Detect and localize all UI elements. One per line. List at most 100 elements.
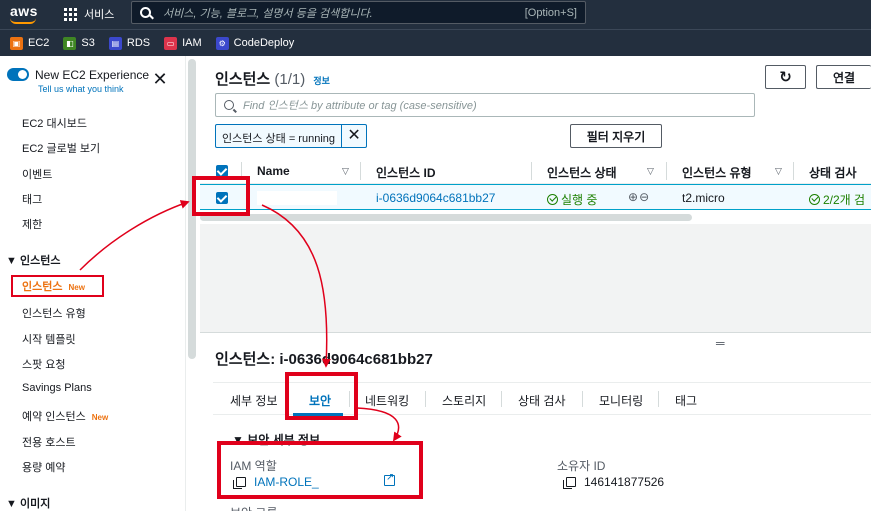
top-navigation: aws 서비스 서비스, 기능, 블로그, 설명서 등을 검색합니다. [Opt… (0, 0, 871, 29)
instance-type: t2.micro (682, 191, 725, 205)
clear-filters-button[interactable]: 필터 지우기 (570, 124, 662, 148)
favorite-rds[interactable]: ▤ RDS (108, 36, 151, 50)
annotation-box-instances (11, 275, 104, 297)
favorites-bar: ▣ EC2 ◧ S3 ▤ RDS ▭ IAM ⚙ CodeDeploy (0, 29, 871, 56)
favorite-s3[interactable]: ◧ S3 (63, 36, 95, 50)
drag-handle-icon[interactable]: ═ (716, 336, 726, 350)
detail-title: 인스턴스: i-0636d9064c681bb27 (215, 351, 433, 368)
global-search-input[interactable]: 서비스, 기능, 블로그, 설명서 등을 검색합니다. [Option+S] (131, 1, 586, 24)
sidebar-item-savings-plans[interactable]: Savings Plans (22, 382, 92, 394)
refresh-button[interactable]: ↻ (765, 65, 806, 89)
new-experience-label: New EC2 Experience (35, 68, 150, 82)
owner-id-text: 146141877526 (584, 475, 665, 489)
instance-state-label: 실행 중 (561, 193, 598, 207)
sidebar-item-global-view[interactable]: EC2 글로벌 보기 (22, 140, 100, 156)
tab-tags[interactable]: 태그 (675, 392, 697, 409)
sidebar-section-images[interactable]: ▼ 이미지 (6, 495, 50, 511)
filter-token: 인스턴스 상태 = running ✕ (215, 124, 368, 148)
column-header-status-check[interactable]: 상태 검사 (809, 164, 857, 181)
aws-logo[interactable]: aws (10, 3, 38, 19)
owner-id-label: 소유자 ID (557, 459, 606, 473)
selection-count: (1/1) (274, 71, 306, 88)
new-experience-toggle[interactable] (7, 68, 29, 81)
search-icon (140, 7, 151, 18)
connect-button[interactable]: 연결 (816, 65, 871, 89)
aws-smile-icon (10, 18, 36, 24)
security-groups-label: 보안 그룹 (230, 504, 278, 511)
sidebar-item-capacity-reservations[interactable]: 용량 예약 (22, 459, 66, 475)
feedback-link[interactable]: Tell us what you think (38, 84, 124, 94)
empty-table-area (200, 224, 871, 332)
sort-icon[interactable]: ▽ (775, 166, 782, 177)
close-icon[interactable]: ✕ (152, 70, 168, 88)
sidebar-item-limits[interactable]: 제한 (22, 216, 42, 232)
services-label: 서비스 (84, 9, 115, 21)
instance-state: 실행 중 (547, 191, 597, 208)
sidebar-item-ec2-dashboard[interactable]: EC2 대시보드 (22, 115, 87, 131)
status-check: 2/2개 검 (809, 191, 865, 208)
info-link[interactable]: 정보 (313, 76, 330, 86)
sidebar-item-events[interactable]: 이벤트 (22, 166, 52, 182)
annotation-box-iam-role (217, 441, 423, 499)
section-label: 인스턴스 (19, 255, 61, 267)
column-header-instance-id[interactable]: 인스턴스 ID (376, 164, 436, 181)
sidebar-item-label: 예약 인스턴스 (22, 411, 86, 423)
instance-id-link[interactable]: i-0636d9064c681bb27 (376, 191, 495, 205)
status-check-label: 2/2개 검 (823, 193, 866, 207)
column-header-instance-type[interactable]: 인스턴스 유형 (682, 164, 752, 181)
check-circle-icon (547, 194, 558, 205)
zoom-icons[interactable]: ⊕⊖ (628, 190, 650, 204)
new-badge: New (91, 413, 109, 422)
sidebar-item-dedicated-hosts[interactable]: 전용 호스트 (22, 434, 76, 450)
favorite-codedeploy[interactable]: ⚙ CodeDeploy (215, 36, 295, 50)
favorite-label: S3 (81, 37, 95, 49)
check-circle-icon (809, 194, 820, 205)
tab-monitoring[interactable]: 모니터링 (599, 392, 643, 409)
sort-icon[interactable]: ▽ (342, 166, 349, 177)
favorite-label: RDS (126, 37, 151, 49)
annotation-box-security-tab (285, 372, 358, 420)
sort-icon[interactable]: ▽ (647, 166, 654, 177)
grid-icon (64, 7, 77, 21)
sidebar-item-tags[interactable]: 태그 (22, 191, 42, 207)
sidebar-item-spot-requests[interactable]: 스팟 요청 (22, 356, 66, 372)
favorite-iam[interactable]: ▭ IAM (164, 36, 202, 50)
owner-id-value: 146141877526 (563, 475, 665, 489)
table-row[interactable]: i-0636d9064c681bb27 실행 중 ⊕⊖ t2.micro 2/2… (200, 184, 871, 210)
column-header-instance-state[interactable]: 인스턴스 상태 (547, 164, 617, 181)
table-header: Name ▽ 인스턴스 ID 인스턴스 상태 ▽ 인스턴스 유형 ▽ 상태 검사 (200, 158, 871, 184)
split-divider (200, 332, 871, 333)
filter-token-label: 인스턴스 상태 = running (216, 125, 343, 147)
instance-name (257, 191, 337, 205)
tab-details[interactable]: 세부 정보 (230, 392, 278, 409)
s3-icon: ◧ (63, 36, 77, 50)
annotation-box-checkbox (192, 176, 250, 216)
sidebar-item-reserved-instances[interactable]: 예약 인스턴스 New (22, 408, 108, 424)
iam-icon: ▭ (164, 36, 178, 50)
search-shortcut: [Option+S] (524, 6, 577, 19)
column-header-name[interactable]: Name (257, 164, 290, 178)
sidebar-section-instances[interactable]: ▼ 인스턴스 (6, 252, 60, 268)
copy-icon[interactable] (563, 477, 576, 489)
favorite-label: IAM (182, 37, 202, 49)
instance-filter-input[interactable]: Find 인스턴스 by attribute or tag (case-sens… (215, 93, 755, 117)
tab-storage[interactable]: 스토리지 (442, 392, 486, 409)
codedeploy-icon: ⚙ (215, 36, 229, 50)
tab-networking[interactable]: 네트워킹 (365, 392, 409, 409)
favorite-ec2[interactable]: ▣ EC2 (10, 36, 49, 50)
refresh-icon: ↻ (779, 69, 792, 86)
tab-status-checks[interactable]: 상태 검사 (518, 392, 566, 409)
remove-filter-icon[interactable]: ✕ (342, 125, 366, 147)
rds-icon: ▤ (108, 36, 122, 50)
search-icon (224, 100, 234, 110)
zoom-in-icon[interactable]: ⊕ (628, 190, 639, 204)
section-label: 이미지 (19, 498, 51, 510)
favorite-label: CodeDeploy (233, 37, 295, 49)
search-placeholder: 서비스, 기능, 블로그, 설명서 등을 검색합니다. (163, 7, 373, 20)
sidebar-item-instance-types[interactable]: 인스턴스 유형 (22, 305, 86, 321)
table-horizontal-scrollbar[interactable] (200, 214, 692, 221)
sidebar-item-launch-templates[interactable]: 시작 템플릿 (22, 331, 76, 347)
services-button[interactable]: 서비스 (64, 6, 114, 22)
zoom-out-icon[interactable]: ⊖ (639, 190, 650, 204)
title-text: 인스턴스 (215, 71, 271, 88)
